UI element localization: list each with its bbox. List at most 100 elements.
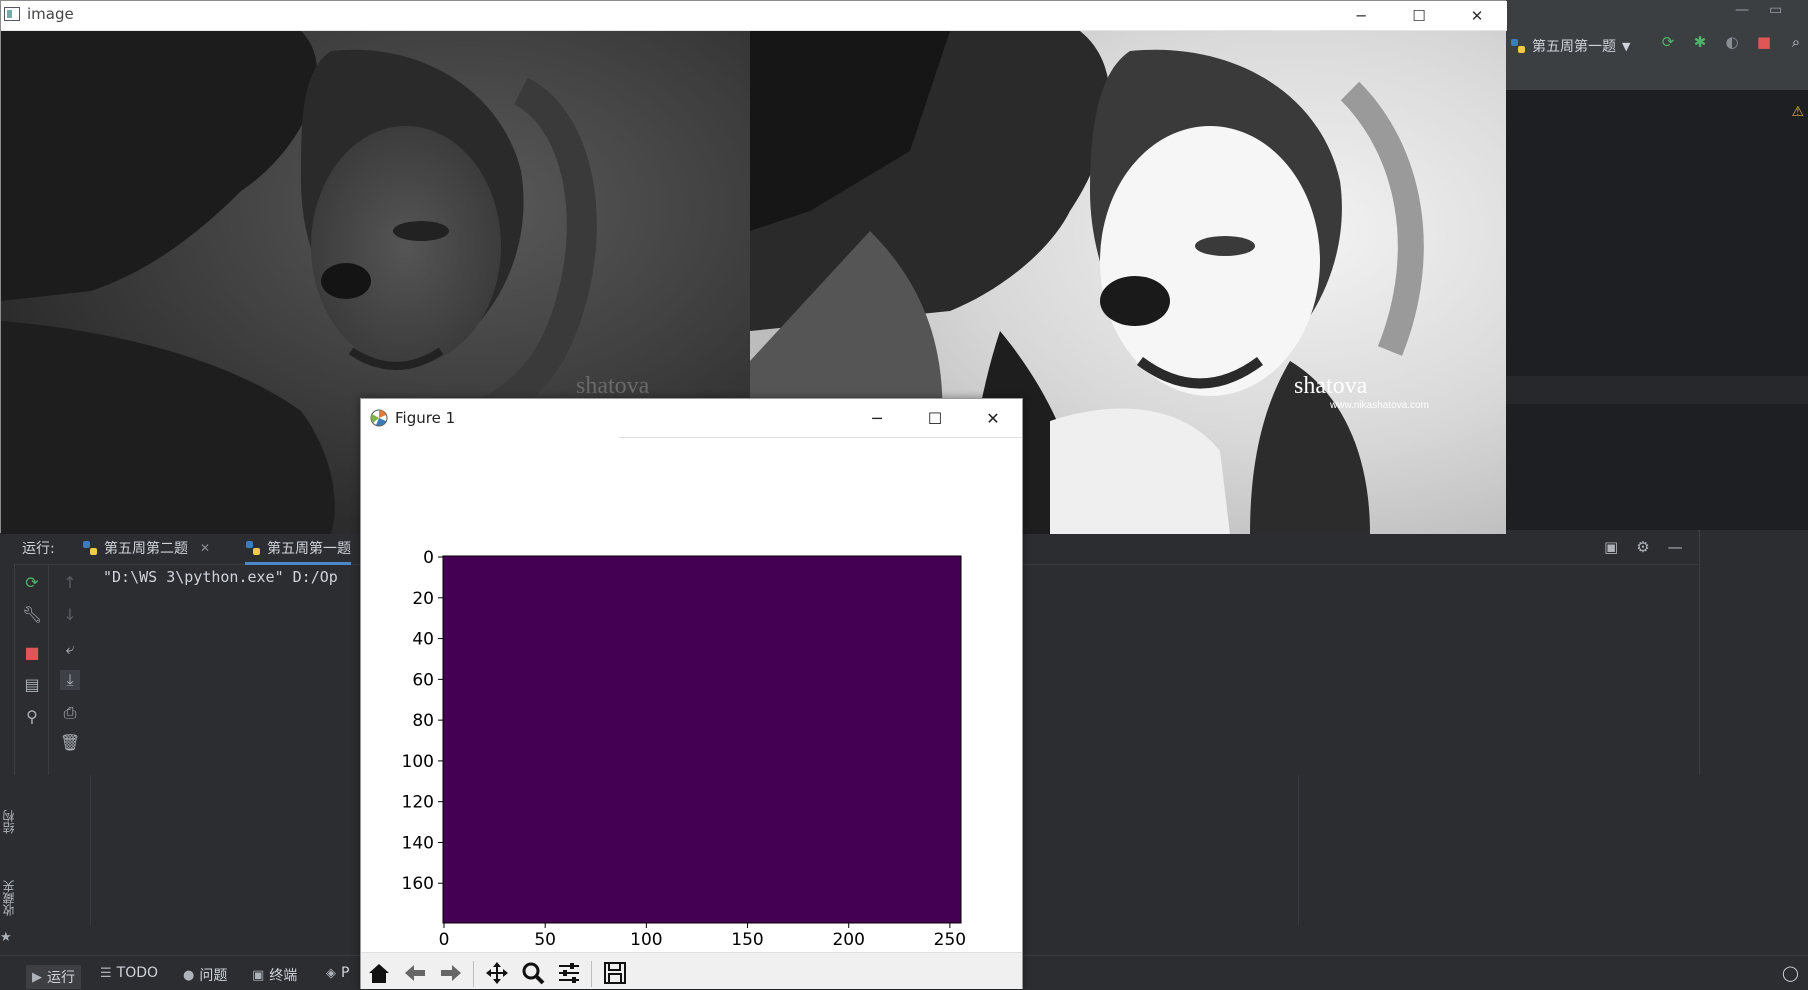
- maximize-icon[interactable]: ☐: [1390, 1, 1448, 30]
- watermark-url: www.nikashatova.com: [1329, 400, 1429, 411]
- x-tick-label: 50: [534, 930, 556, 949]
- code-editor[interactable]: ⚠: [1506, 90, 1808, 530]
- y-tick-label: 40: [412, 630, 434, 650]
- divider: [90, 775, 91, 925]
- ide-window-controls: — ▭: [1735, 2, 1782, 18]
- pin-icon[interactable]: ⚲: [22, 707, 42, 727]
- favorites-side-tab[interactable]: 收藏夹: [0, 880, 17, 916]
- chat-icon[interactable]: ◯: [1782, 964, 1799, 982]
- play-icon: ▶: [32, 969, 42, 985]
- minimize-panel-icon[interactable]: —: [1668, 538, 1683, 556]
- run-gutter-primary: ⟳ 🔧︎ ■ ▤ ⚲: [14, 565, 49, 775]
- y-tick-label: 0: [423, 548, 434, 568]
- gear-icon[interactable]: ⚙: [1636, 538, 1649, 556]
- chevron-down-icon: ▼: [1622, 39, 1631, 53]
- matplotlib-figure-window: Figure 1 ─ ☐ ✕ 0 50 100 150 200 250 0 20 40 60 80 1…: [360, 398, 1023, 989]
- back-arrow-icon[interactable]: [401, 959, 429, 987]
- zoom-icon[interactable]: [519, 959, 547, 987]
- figure-canvas[interactable]: 0 50 100 150 200 250 0 20 40 60 80 100 120 140 160: [361, 439, 1022, 950]
- y-tick-label: 160: [402, 874, 434, 894]
- run-tab-label: 第五周第一题: [267, 541, 351, 557]
- run-panel-label: 运行:: [22, 541, 55, 557]
- run-tab-2[interactable]: 第五周第一题: [245, 538, 351, 565]
- image-titlebar: image ─ ☐ ✕: [1, 1, 1507, 31]
- status-item-label: 终端: [269, 968, 298, 984]
- python-icon: [1511, 39, 1525, 53]
- up-arrow-icon[interactable]: ↑: [60, 573, 80, 593]
- x-tick-label: 100: [630, 930, 662, 949]
- layers-icon: ◈: [326, 965, 336, 981]
- minimize-icon[interactable]: ─: [1332, 1, 1390, 30]
- watermark-text-right: shatova: [1294, 373, 1368, 399]
- run-tool-button[interactable]: ▶ 运行: [26, 965, 81, 989]
- close-icon[interactable]: ✕: [964, 403, 1022, 433]
- stop-icon[interactable]: ■: [1756, 34, 1772, 50]
- search-icon[interactable]: ⌕: [1788, 34, 1804, 50]
- packages-tool-button[interactable]: ◈ P: [326, 965, 349, 981]
- console-output[interactable]: "D:\WS 3\python.exe" D:/Op: [103, 568, 338, 586]
- status-item-label: 运行: [47, 970, 75, 986]
- pan-icon[interactable]: [483, 959, 511, 987]
- warning-icon[interactable]: ⚠: [1791, 104, 1804, 120]
- down-arrow-icon[interactable]: ↓: [60, 605, 80, 625]
- maximize-icon[interactable]: ☐: [906, 403, 964, 433]
- close-icon[interactable]: ✕: [200, 541, 210, 555]
- list-icon: ☰: [100, 965, 112, 981]
- stop-icon[interactable]: ■: [22, 643, 42, 663]
- run-tab-1[interactable]: 第五周第二题 ✕: [82, 538, 210, 558]
- toolbar-separator: [591, 961, 592, 987]
- x-tick-label: 150: [731, 930, 763, 949]
- terminal-tool-button[interactable]: ▣ 终端: [252, 965, 297, 985]
- status-item-label: 问题: [199, 968, 228, 984]
- python-icon: [246, 541, 260, 555]
- figure-window-title: Figure 1: [395, 409, 456, 427]
- figure-navigation-toolbar: [361, 952, 1022, 989]
- divider: [1298, 775, 1299, 925]
- scroll-to-end-icon[interactable]: ⤓: [60, 670, 80, 690]
- run-config-selector[interactable]: 第五周第一题 ▼: [1510, 34, 1630, 58]
- debug-icon[interactable]: ✱: [1692, 34, 1708, 50]
- star-icon[interactable]: ★: [0, 930, 12, 945]
- run-config-label: 第五周第一题: [1532, 39, 1616, 55]
- layout-icon[interactable]: ▣: [1604, 538, 1618, 556]
- wrench-icon[interactable]: 🔧︎: [22, 605, 42, 625]
- image-window-title: image: [27, 5, 74, 23]
- rerun-icon[interactable]: ⟳: [1660, 34, 1676, 50]
- layout-icon[interactable]: ▤: [22, 675, 42, 695]
- heatmap-image: [442, 555, 962, 924]
- current-line-highlight: [1506, 376, 1808, 404]
- run-tab-label: 第五周第二题: [104, 541, 188, 557]
- heatmap-chart: 0 50 100 150 200 250 0 20 40 60 80 100 120 140 160: [402, 548, 967, 950]
- y-tick-label: 100: [402, 752, 434, 772]
- todo-tool-button[interactable]: ☰ TODO: [100, 965, 158, 981]
- rerun-icon[interactable]: ⟳: [22, 573, 42, 593]
- save-icon[interactable]: [601, 959, 629, 987]
- matplotlib-icon: [370, 409, 388, 427]
- coverage-icon[interactable]: ◐: [1724, 34, 1740, 50]
- problems-tool-button[interactable]: ● 问题: [183, 965, 227, 985]
- run-panel-actions: ▣ ⚙ —: [1604, 538, 1683, 556]
- print-icon[interactable]: ⎙: [60, 703, 80, 723]
- x-tick-label: 250: [934, 930, 966, 949]
- structure-side-tab[interactable]: 结构: [0, 810, 17, 834]
- home-icon[interactable]: [365, 959, 393, 987]
- watermark-text-left: shatova: [576, 373, 650, 399]
- status-item-label: TODO: [116, 965, 159, 981]
- minimize-icon[interactable]: ─: [848, 403, 906, 433]
- x-tick-label: 200: [832, 930, 864, 949]
- configure-subplots-icon[interactable]: [555, 959, 583, 987]
- soft-wrap-icon[interactable]: ⤶: [60, 639, 80, 659]
- run-gutter-secondary: ↑ ↓ ⤶ ⤓ ⎙ 🗑︎: [50, 565, 90, 775]
- y-tick-label: 120: [402, 793, 434, 813]
- forward-arrow-icon[interactable]: [437, 959, 465, 987]
- status-item-label: P: [341, 965, 350, 981]
- figure-titlebar: Figure 1 ─ ☐ ✕: [361, 399, 1022, 437]
- ide-minimize-icon[interactable]: —: [1735, 2, 1749, 18]
- trash-icon[interactable]: 🗑︎: [60, 733, 80, 753]
- y-tick-label: 140: [402, 833, 434, 853]
- python-icon: [83, 541, 97, 555]
- toolbar-separator: [473, 961, 474, 987]
- ide-restore-icon[interactable]: ▭: [1769, 2, 1782, 18]
- close-icon[interactable]: ✕: [1448, 1, 1506, 30]
- y-tick-label: 80: [412, 711, 434, 731]
